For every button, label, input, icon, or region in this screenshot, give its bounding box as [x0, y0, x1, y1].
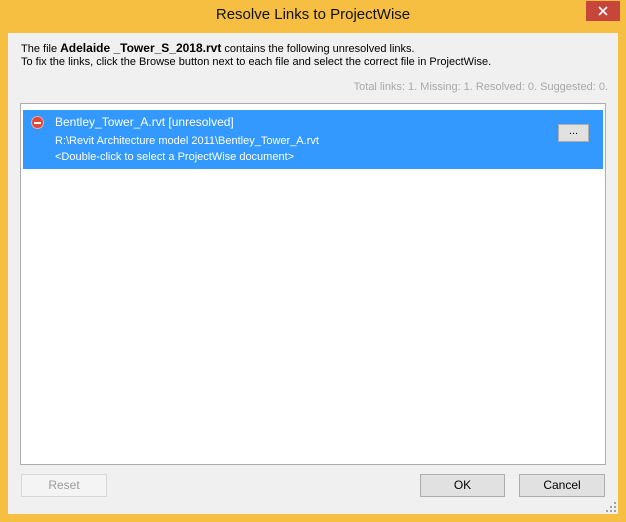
close-button[interactable] [586, 1, 620, 21]
link-name: Bentley_Tower_A.rvt [unresolved] [55, 115, 234, 129]
links-list[interactable]: Bentley_Tower_A.rvt [unresolved] R:\Revi… [20, 103, 606, 465]
cancel-button[interactable]: Cancel [519, 474, 605, 497]
intro-suffix: contains the following unresolved links. [221, 43, 415, 55]
dialog-window: Resolve Links to ProjectWise The file Ad… [0, 0, 626, 522]
browse-button[interactable]: ... [558, 124, 589, 142]
dialog-client-area: The file Adelaide _Tower_S_2018.rvt cont… [8, 33, 618, 514]
link-hint: <Double-click to select a ProjectWise do… [55, 151, 295, 163]
error-icon [31, 116, 44, 129]
title-bar[interactable]: Resolve Links to ProjectWise [0, 0, 626, 33]
intro-line-2: To fix the links, click the Browse butto… [21, 56, 492, 68]
intro-prefix: The file [21, 43, 61, 55]
intro-text: The file Adelaide _Tower_S_2018.rvt cont… [21, 42, 491, 69]
close-icon [598, 6, 608, 16]
link-totals: Total links: 1. Missing: 1. Resolved: 0.… [353, 81, 608, 93]
window-title: Resolve Links to ProjectWise [215, 6, 411, 23]
intro-filename: Adelaide _Tower_S_2018.rvt [60, 41, 222, 55]
link-path: R:\Revit Architecture model 2011\Bentley… [55, 135, 319, 147]
list-item[interactable]: Bentley_Tower_A.rvt [unresolved] R:\Revi… [23, 110, 603, 169]
intro-line-1: The file Adelaide _Tower_S_2018.rvt cont… [21, 42, 491, 56]
reset-button[interactable]: Reset [21, 474, 107, 497]
resize-grip-icon[interactable] [606, 502, 616, 512]
ok-button[interactable]: OK [420, 474, 505, 497]
